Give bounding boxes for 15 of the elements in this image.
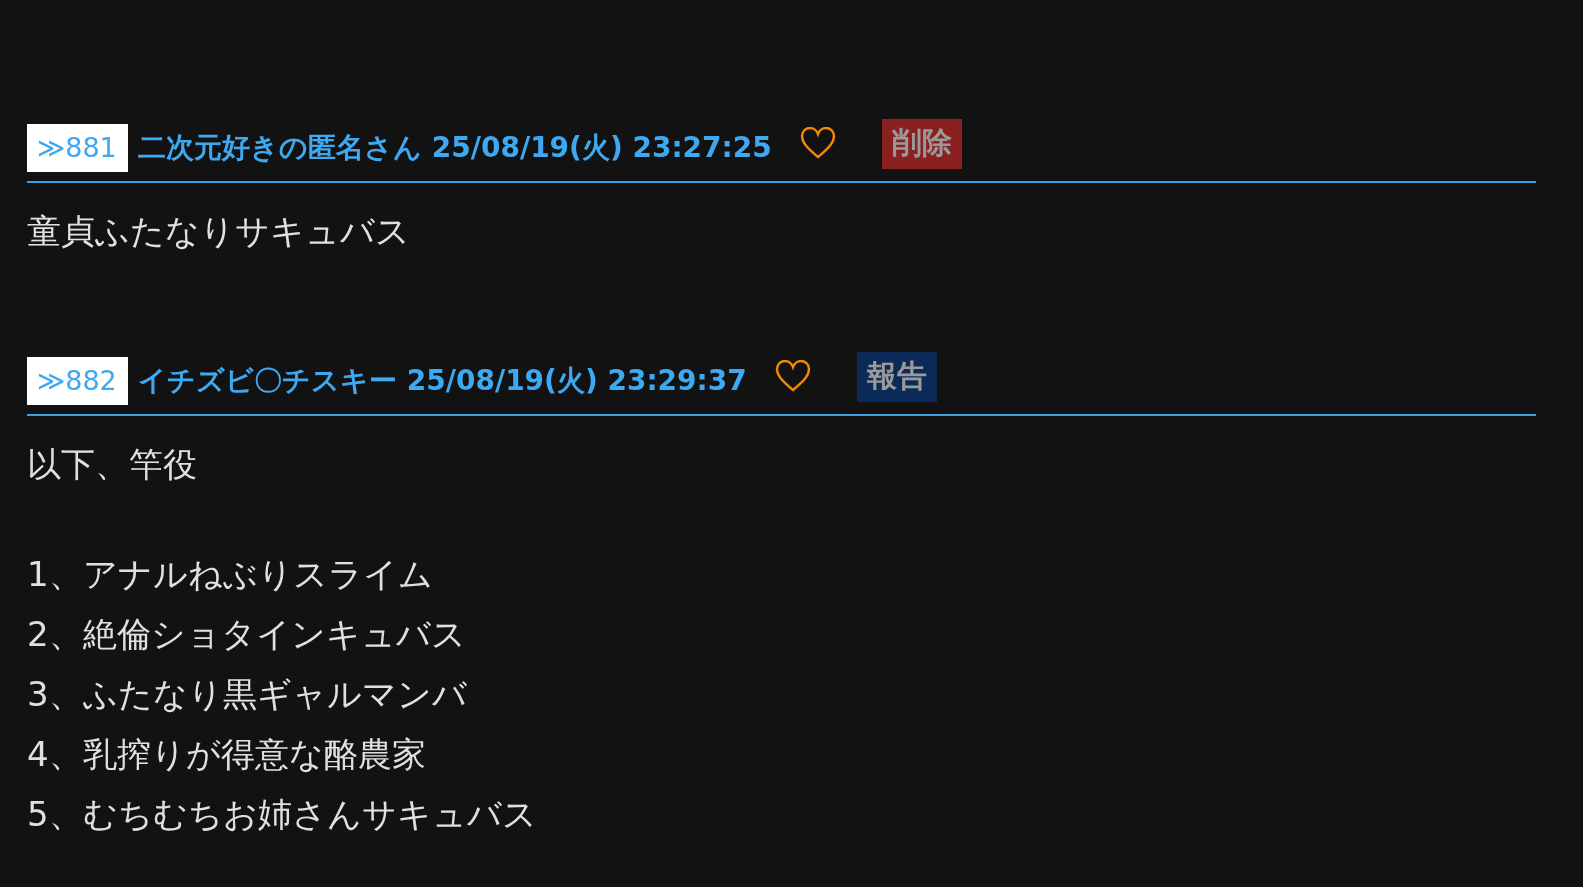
post-text: 2、絶倫ショタインキュバス <box>27 613 467 656</box>
delete-button[interactable]: 削除 <box>881 118 962 169</box>
heart-icon[interactable] <box>799 126 836 159</box>
post-text: 5、むちむちお姉さんサキュバス <box>27 793 538 836</box>
post-text: 1、アナルねぶりスライム <box>27 553 434 596</box>
poster-name-and-date: 二次元好きの匿名さん 25/08/19(火) 23:27:25 <box>138 129 772 166</box>
post-text: 4、乳搾りが得意な酪農家 <box>27 733 427 776</box>
poster-name-and-date: イチズビ〇チスキー 25/08/19(火) 23:29:37 <box>138 362 747 399</box>
post-text: 3、ふたなり黒ギャルマンバ <box>27 673 468 716</box>
heart-icon[interactable] <box>774 359 811 392</box>
post-text: 童貞ふたなりサキュバス <box>27 210 411 253</box>
post-number-link[interactable]: ≫882 <box>27 356 128 405</box>
report-button[interactable]: 報告 <box>856 351 937 402</box>
post-number-link[interactable]: ≫881 <box>27 123 128 172</box>
post-text: 以下、竿役 <box>27 443 198 486</box>
